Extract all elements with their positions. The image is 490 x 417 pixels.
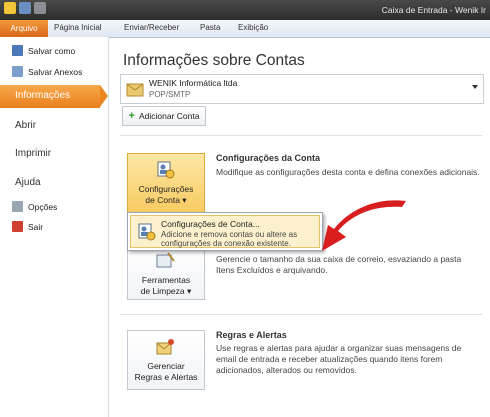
sidebar-item-label: Opções (28, 201, 58, 212)
account-settings-label-2: de Conta (145, 195, 180, 205)
sidebar-item-imprimir[interactable]: Imprimir (15, 148, 51, 159)
add-account-button[interactable]: + Adicionar Conta (122, 106, 206, 126)
annotation-arrow-icon (322, 200, 406, 251)
account-settings-icon (138, 223, 156, 241)
account-name: WENIK Informática ltda (149, 78, 238, 88)
cleanup-tools-label-2: de Limpeza (140, 286, 185, 296)
sidebar-item-abrir[interactable]: Abrir (15, 120, 36, 131)
account-settings-icon (157, 161, 175, 179)
chevron-down-icon[interactable] (472, 85, 478, 89)
undo-icon[interactable] (34, 2, 46, 14)
tab-arquivo[interactable]: Arquivo (0, 20, 48, 37)
manage-rules-label-1: Gerenciar (147, 361, 185, 371)
chevron-down-icon: ▾ (187, 286, 192, 296)
window-title: Caixa de Entrada - Wenik Ir (381, 5, 486, 15)
exit-icon (12, 221, 23, 232)
sidebar-item-label: Salvar Anexos (28, 66, 83, 77)
send-receive-icon[interactable] (19, 2, 31, 14)
tab-exibicao[interactable]: Exibição (238, 23, 268, 32)
save-attachments-icon (12, 66, 23, 77)
outlook-app-icon[interactable] (4, 2, 16, 14)
sidebar-item-salvar-anexos[interactable]: Salvar Anexos (12, 66, 82, 77)
cleanup-tools-button[interactable]: Ferramentas de Limpeza ▾ (127, 246, 205, 300)
add-account-label: Adicionar Conta (138, 111, 200, 121)
title-bar: Caixa de Entrada - Wenik Ir (0, 0, 490, 20)
account-type: POP/SMTP (149, 90, 191, 99)
cleanup-tools-icon (156, 252, 175, 268)
menu-item-title: Configurações de Conta... (161, 219, 260, 229)
ribbon-tabs: Arquivo Página Inicial Enviar/Receber Pa… (0, 20, 490, 38)
account-settings-label-1: Configurações (138, 184, 194, 194)
quick-access-toolbar (4, 2, 46, 14)
save-as-icon (12, 45, 23, 56)
divider (120, 135, 482, 136)
section-title-rules-alerts: Regras e Alertas (216, 330, 287, 340)
plus-icon: + (128, 110, 135, 122)
mail-account-icon (126, 83, 144, 97)
backstage-sidebar: Salvar como Salvar Anexos Informações Ab… (0, 37, 109, 417)
chevron-down-icon: ▾ (182, 195, 187, 205)
rules-alerts-icon (156, 339, 174, 355)
sidebar-item-ajuda[interactable]: Ajuda (15, 177, 41, 188)
account-settings-button[interactable]: Configurações de Conta ▾ (127, 153, 205, 213)
section-title-account-settings: Configurações da Conta (216, 153, 321, 163)
account-selector[interactable]: WENIK Informática ltda POP/SMTP (120, 74, 484, 104)
tab-pagina-inicial[interactable]: Página Inicial (54, 23, 102, 32)
options-icon (12, 201, 23, 212)
section-desc-account-settings: Modifique as configurações desta conta e… (216, 167, 480, 177)
sidebar-item-salvar-como[interactable]: Salvar como (12, 45, 75, 56)
cleanup-tools-label-1: Ferramentas (141, 275, 191, 285)
sidebar-item-label: Informações (15, 90, 71, 101)
manage-rules-label-2: Regras e Alertas (134, 372, 198, 382)
sidebar-item-informacoes[interactable]: Informações (0, 85, 108, 108)
divider (120, 314, 482, 315)
sidebar-item-label: Sair (28, 221, 44, 232)
sidebar-item-sair[interactable]: Sair (12, 221, 43, 232)
sidebar-item-opcoes[interactable]: Opções (12, 201, 57, 212)
section-desc-rules-alerts: Use regras e alertas para ajudar a organ… (216, 343, 462, 375)
tab-enviar-receber[interactable]: Enviar/Receber (124, 23, 179, 32)
tab-pasta[interactable]: Pasta (200, 23, 220, 32)
page-title: Informações sobre Contas (123, 52, 305, 69)
sidebar-item-label: Salvar como (28, 45, 76, 56)
manage-rules-button[interactable]: Gerenciar Regras e Alertas (127, 330, 205, 390)
